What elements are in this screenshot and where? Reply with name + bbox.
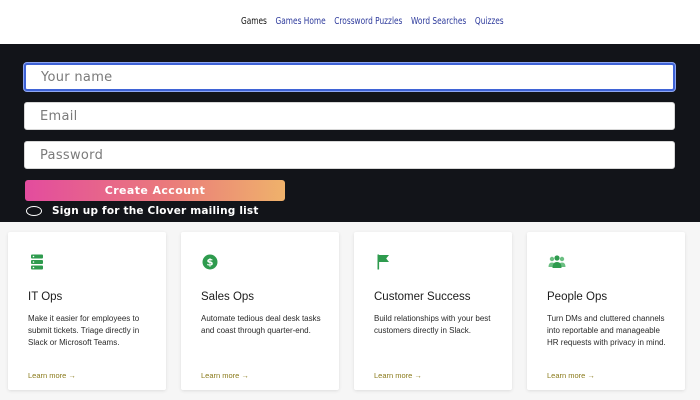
nav-link-games-home[interactable]: Games Home — [276, 16, 326, 27]
feature-cards: IT Ops Make it easier for employees to s… — [0, 222, 700, 400]
card-sales-ops: $ Sales Ops Automate tedious deal desk t… — [181, 232, 339, 390]
learn-more-link[interactable]: Learn more → — [28, 371, 76, 380]
card-title: Customer Success — [374, 291, 471, 303]
learn-more-link[interactable]: Learn more → — [201, 371, 249, 380]
create-account-button[interactable]: Create Account — [25, 180, 285, 201]
email-input[interactable] — [24, 102, 675, 130]
nav-link-quizzes[interactable]: Quizzes — [475, 16, 504, 27]
learn-more-link[interactable]: Learn more → — [374, 371, 422, 380]
server-icon — [28, 253, 46, 271]
card-title: People Ops — [547, 291, 608, 303]
svg-text:$: $ — [207, 258, 214, 269]
card-people-ops: People Ops Turn DMs and cluttered channe… — [527, 232, 685, 390]
people-icon — [547, 253, 566, 271]
nav-link-crossword-puzzles[interactable]: Crossword Puzzles — [334, 16, 402, 27]
signup-form: Create Account Sign up for the Clover ma… — [0, 44, 700, 222]
nav-link-games[interactable]: Games — [241, 16, 267, 27]
card-customer-success: Customer Success Build relationships wit… — [354, 232, 512, 390]
top-navigation: Games Games Home Crossword Puzzles Word … — [0, 0, 700, 44]
card-title: Sales Ops — [201, 291, 255, 303]
dollar-coin-icon: $ — [201, 253, 219, 271]
password-input[interactable] — [24, 141, 675, 169]
nav-links: Games Games Home Crossword Puzzles Word … — [241, 16, 504, 27]
mailing-list-label: Sign up for the Clover mailing list — [52, 205, 259, 217]
card-description: Turn DMs and cluttered channels into rep… — [547, 314, 666, 347]
nav-link-word-searches[interactable]: Word Searches — [411, 16, 466, 27]
name-input[interactable] — [24, 63, 675, 91]
learn-more-link[interactable]: Learn more → — [547, 371, 595, 380]
mailing-list-option[interactable]: Sign up for the Clover mailing list — [26, 205, 259, 217]
mailing-list-radio[interactable] — [26, 206, 42, 216]
card-it-ops: IT Ops Make it easier for employees to s… — [8, 232, 166, 390]
flag-icon — [374, 253, 392, 271]
card-description: Automate tedious deal desk tasks and coa… — [201, 314, 321, 335]
card-description: Build relationships with your best custo… — [374, 314, 491, 335]
card-description: Make it easier for employees to submit t… — [28, 314, 140, 347]
card-title: IT Ops — [28, 291, 63, 303]
